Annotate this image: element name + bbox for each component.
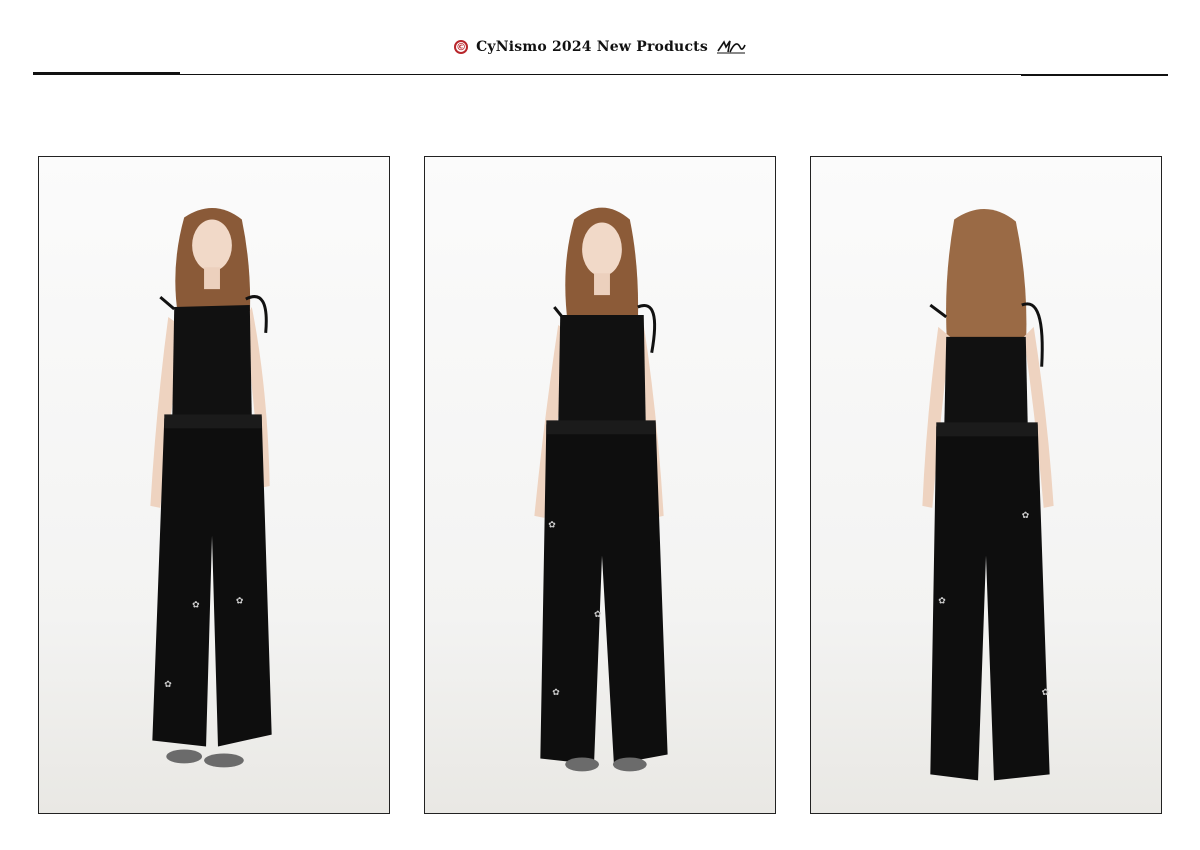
model-photo-icon: ✿ ✿ ✿ (150, 208, 272, 768)
svg-text:✿: ✿ (1042, 688, 1050, 698)
header-divider (33, 74, 1168, 75)
page-title: CyNismo 2024 New Products (476, 39, 708, 55)
product-photo-3[interactable]: ✿ ✿ ✿ (810, 156, 1162, 814)
svg-text:✿: ✿ (548, 521, 556, 531)
model-photo-icon: ✿ ✿ ✿ (534, 207, 668, 772)
svg-text:✿: ✿ (594, 610, 602, 620)
svg-text:✿: ✿ (1022, 511, 1030, 521)
svg-text:✿: ✿ (164, 680, 172, 690)
page-header: © CyNismo 2024 New Products (0, 30, 1200, 64)
model-photo-icon: ✿ ✿ ✿ (922, 209, 1054, 781)
svg-text:✿: ✿ (938, 596, 946, 606)
copyright-icon: © (454, 40, 469, 54)
header-rule-accent-right (1021, 74, 1168, 76)
svg-text:✿: ✿ (552, 688, 560, 698)
svg-text:✿: ✿ (192, 600, 200, 610)
brand-logo-icon (716, 40, 746, 54)
product-photo-2[interactable]: ✿ ✿ ✿ (424, 156, 776, 814)
svg-text:✿: ✿ (236, 596, 244, 606)
product-photo-1[interactable]: ✿ ✿ ✿ (38, 156, 390, 814)
